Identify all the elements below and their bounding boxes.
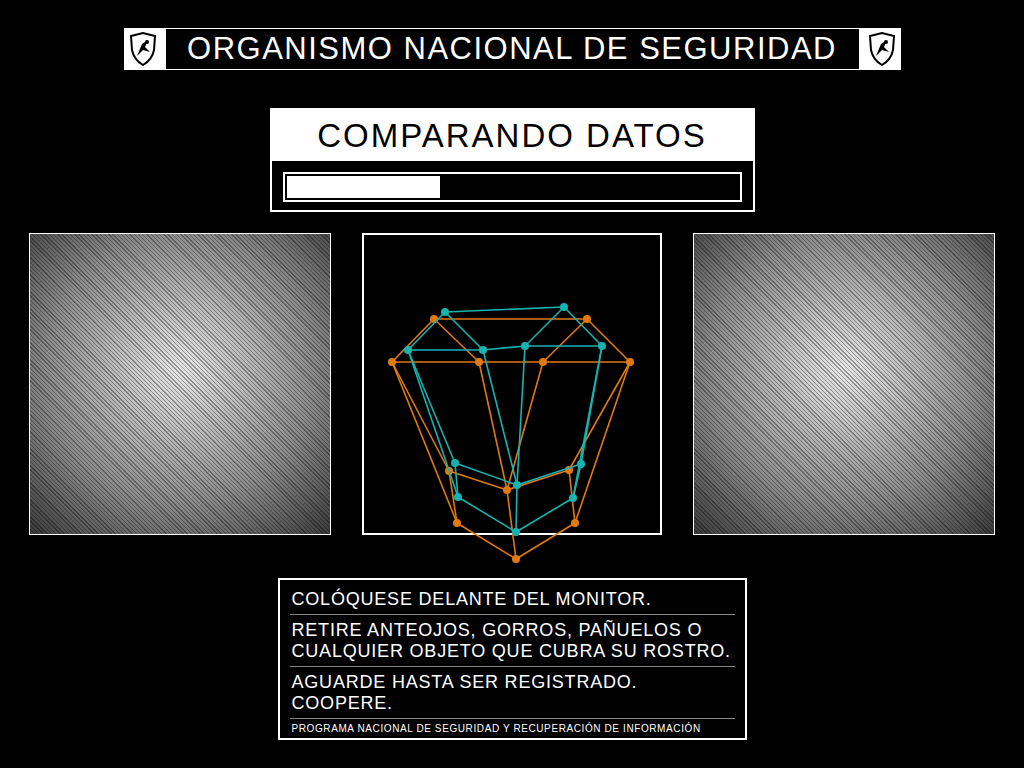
instruction-line: COLÓQUESE DELANTE DEL MONITOR. xyxy=(290,584,735,615)
face-photo xyxy=(693,233,995,535)
face-mesh xyxy=(364,235,664,537)
instruction-line: AGUARDE HASTA SER REGISTRADO. COOPERE. xyxy=(290,667,735,719)
footer-text: PROGRAMA NACIONAL DE SEGURIDAD Y RECUPER… xyxy=(290,719,735,735)
mesh-panel xyxy=(362,233,662,535)
mesh-layer xyxy=(388,315,634,563)
header-title: ORGANISMO NACIONAL DE SEGURIDAD xyxy=(166,29,859,69)
shield-icon xyxy=(128,32,158,66)
mesh-layer xyxy=(404,303,606,536)
status-title: COMPARANDO DATOS xyxy=(272,110,753,161)
face-photo xyxy=(29,233,331,535)
instruction-line: RETIRE ANTEOJOS, GORROS, PAÑUELOS O CUAL… xyxy=(290,615,735,667)
progress-fill xyxy=(287,176,440,198)
comparison-row xyxy=(29,233,995,535)
instruction-box: COLÓQUESE DELANTE DEL MONITOR.RETIRE ANT… xyxy=(278,578,747,740)
status-box: COMPARANDO DATOS xyxy=(270,108,755,212)
progress-bar xyxy=(283,172,742,202)
header-bar: ORGANISMO NACIONAL DE SEGURIDAD xyxy=(124,28,901,70)
shield-icon xyxy=(867,32,897,66)
screen: ORGANISMO NACIONAL DE SEGURIDAD COMPARAND… xyxy=(0,0,1024,768)
